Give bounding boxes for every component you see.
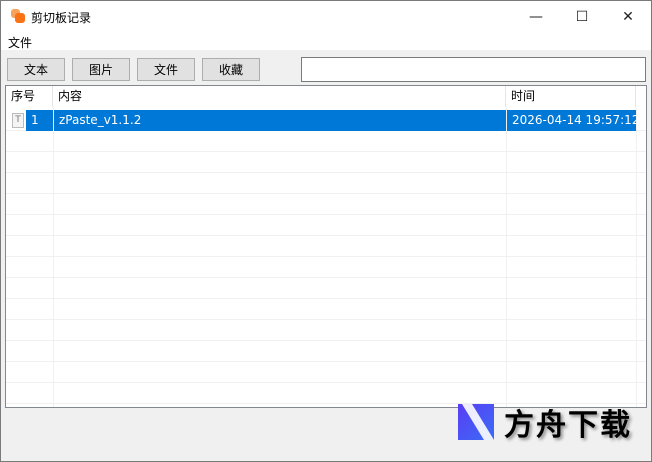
search-input[interactable] (301, 57, 646, 82)
text-file-icon: T (12, 113, 24, 128)
grid-line (6, 340, 646, 341)
watermark-logo (458, 404, 494, 440)
grid-line (6, 256, 646, 257)
clipboard-list[interactable]: 序号 内容 时间 T 1 zPaste_v1.1.2 2026-04-14 19… (5, 85, 647, 408)
grid-line (6, 361, 646, 362)
grid-line (6, 298, 646, 299)
text-button[interactable]: 文本 (7, 58, 65, 81)
favorites-button[interactable]: 收藏 (202, 58, 260, 81)
grid-line (6, 214, 646, 215)
grid-line (6, 151, 646, 152)
row-index: 1 (26, 110, 53, 131)
image-button[interactable]: 图片 (72, 58, 130, 81)
grid-line (6, 382, 646, 383)
header-time[interactable]: 时间 (506, 86, 636, 107)
row-time: 2026-04-14 19:57:12 (507, 110, 639, 131)
menu-file[interactable]: 文件 (8, 34, 32, 51)
title-bar: 剪切板记录 — ☐ ✕ (1, 1, 651, 32)
maximize-button[interactable]: ☐ (559, 1, 605, 32)
watermark-text: 方舟下载 (504, 408, 632, 443)
window-title: 剪切板记录 (31, 11, 92, 25)
menu-bar: 文件 (1, 32, 651, 50)
header-content[interactable]: 内容 (53, 86, 506, 107)
file-button[interactable]: 文件 (137, 58, 195, 81)
table-header: 序号 内容 时间 (6, 86, 646, 107)
app-icon (11, 9, 25, 23)
minimize-button[interactable]: — (513, 1, 559, 32)
header-index[interactable]: 序号 (6, 86, 53, 107)
grid-line (6, 193, 646, 194)
grid-line (6, 172, 646, 173)
row-content: zPaste_v1.1.2 (54, 110, 506, 131)
table-row[interactable]: T 1 zPaste_v1.1.2 2026-04-14 19:57:12 (6, 110, 646, 131)
grid-line (6, 235, 646, 236)
close-button[interactable]: ✕ (605, 1, 651, 32)
grid-line (6, 319, 646, 320)
watermark: 方舟下载 (458, 400, 632, 444)
grid-line (6, 277, 646, 278)
